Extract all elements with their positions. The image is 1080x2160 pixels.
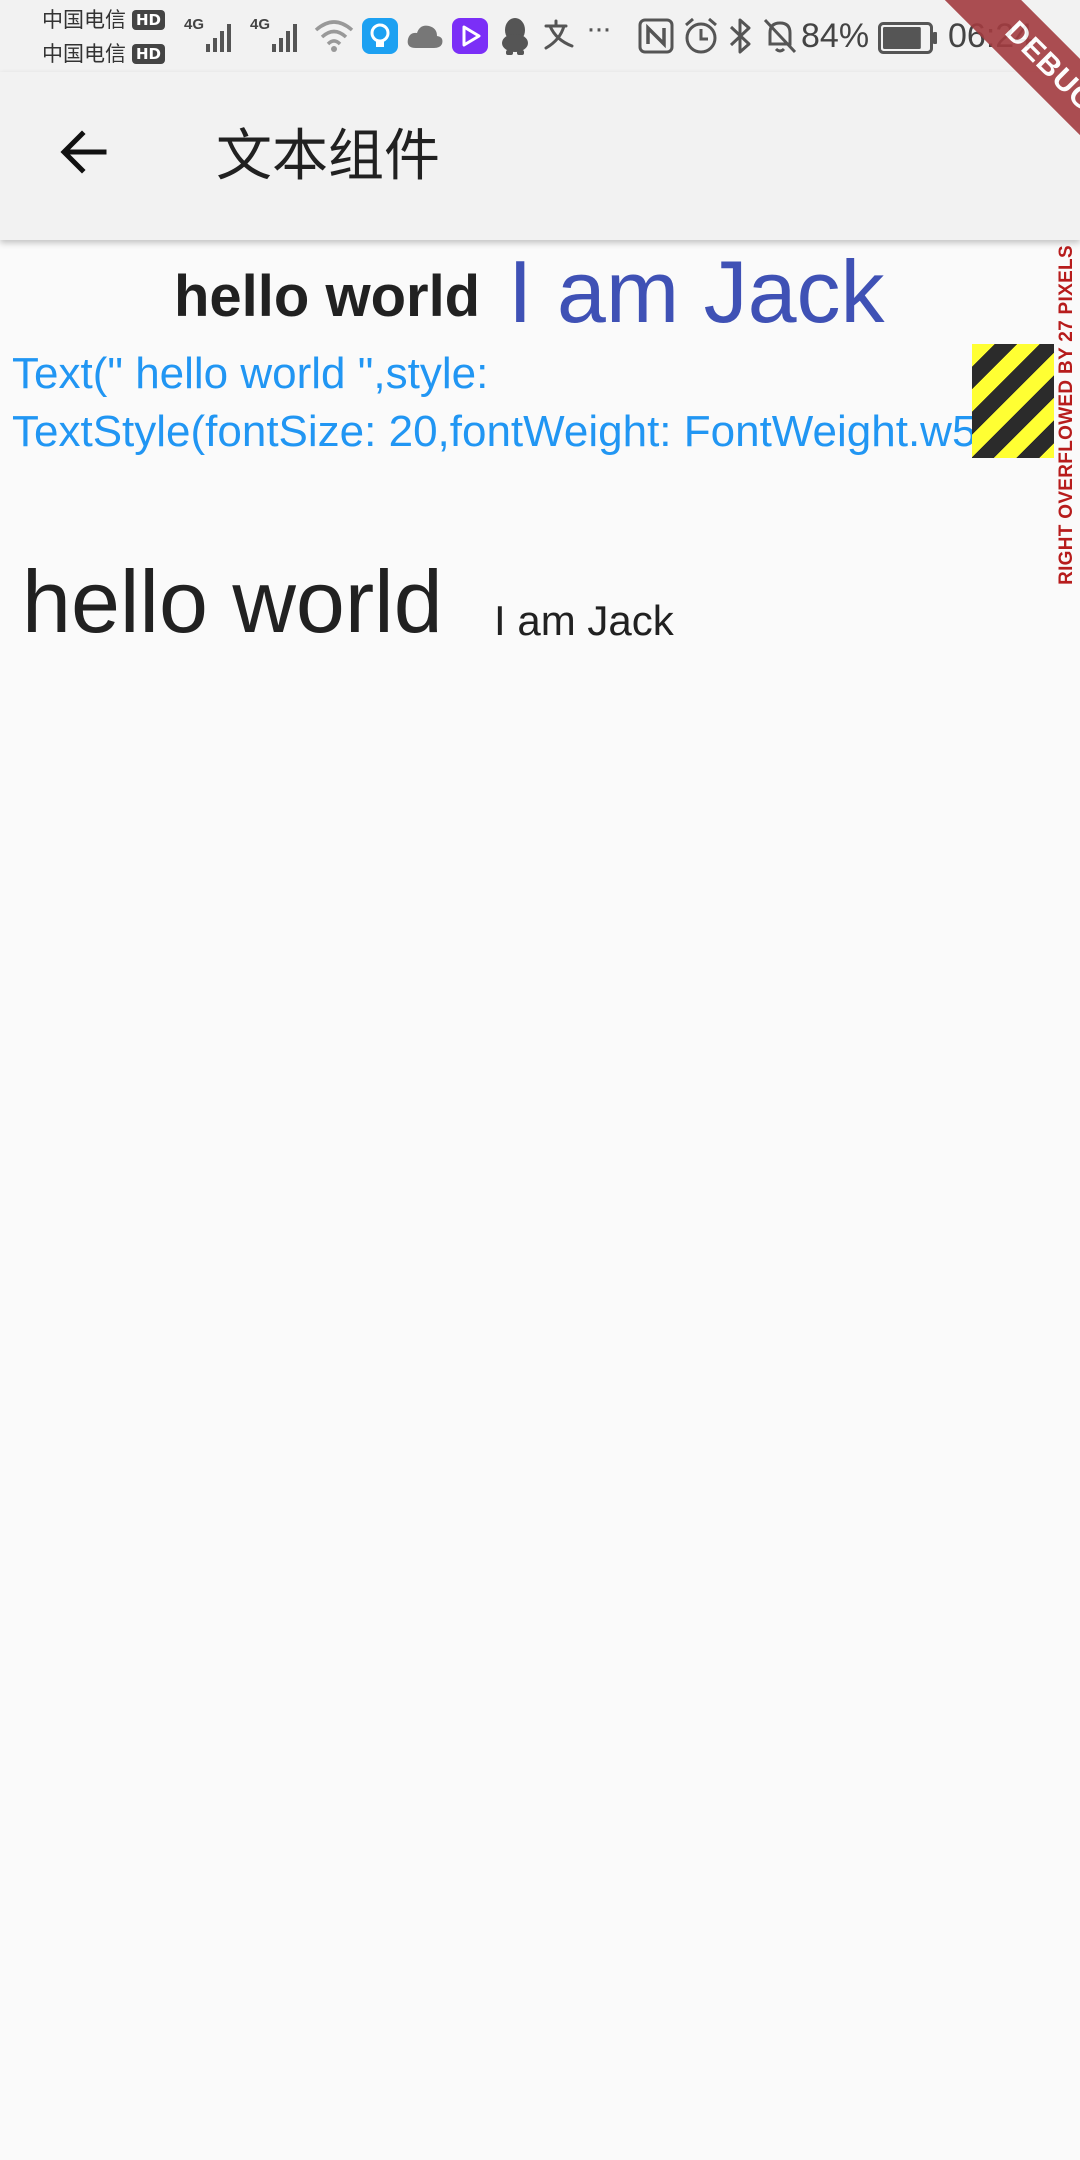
ellipsis-label: ··· (586, 12, 612, 45)
app-bar: 文本组件 (0, 72, 1080, 240)
battery-icon (878, 22, 938, 59)
code-line-1: Text(" hello world ",style: (12, 349, 489, 398)
code-snippet-text: Text(" hello world ",style: TextStyle(fo… (12, 345, 1052, 461)
alarm-icon (682, 16, 720, 61)
status-bar: 中国电信 HD 中国电信 HD 4G 4G ··· 84% (0, 0, 1080, 72)
overflow-warning-label: RIGHT OVERFLOWED BY 27 PIXELS (1054, 240, 1080, 590)
nfc-icon (638, 18, 674, 59)
content-area: hello world I am Jack Text(" hello world… (0, 240, 1080, 2160)
app-screen: 中国电信 HD 中国电信 HD 4G 4G ··· 84% DEBUG 文本组件… (0, 0, 1080, 2160)
carrier-label-2: 中国电信 HD (42, 41, 166, 67)
mute-icon (762, 16, 798, 61)
hello-world-large-text: hello world (22, 552, 443, 651)
cloud-icon (406, 22, 444, 55)
qq-icon (498, 16, 532, 61)
i-am-jack-small-text: I am Jack (494, 597, 674, 644)
hello-world-bold-text: hello world (174, 264, 481, 329)
bluetooth-icon (728, 16, 754, 61)
hd-badge-1: HD (132, 10, 166, 30)
code-line-2: TextStyle(fontSize: 20,fontWeight: FontW… (12, 407, 977, 456)
overflow-warning-text: RIGHT OVERFLOWED BY 27 PIXELS (1056, 245, 1077, 585)
carrier-name-2: 中国电信 (42, 42, 126, 66)
translate-icon (542, 18, 578, 59)
battery-percent: 84% (801, 17, 870, 55)
more-notifications-icon: ··· (586, 12, 612, 46)
overflow-indicator-stripes (972, 344, 1054, 458)
hd-badge-2: HD (132, 44, 166, 64)
carrier-label-1: 中国电信 HD (42, 7, 166, 33)
bulb-app-icon (362, 18, 398, 59)
back-button[interactable] (44, 112, 124, 192)
carrier-name-1: 中国电信 (42, 8, 126, 32)
wifi-icon (314, 18, 354, 59)
video-app-icon (452, 18, 488, 59)
arrow-back-icon (60, 130, 107, 174)
page-title: 文本组件 (216, 124, 440, 189)
i-am-jack-blue-text: I am Jack (508, 242, 885, 341)
text-row-1: hello world I am Jack (0, 240, 1080, 341)
